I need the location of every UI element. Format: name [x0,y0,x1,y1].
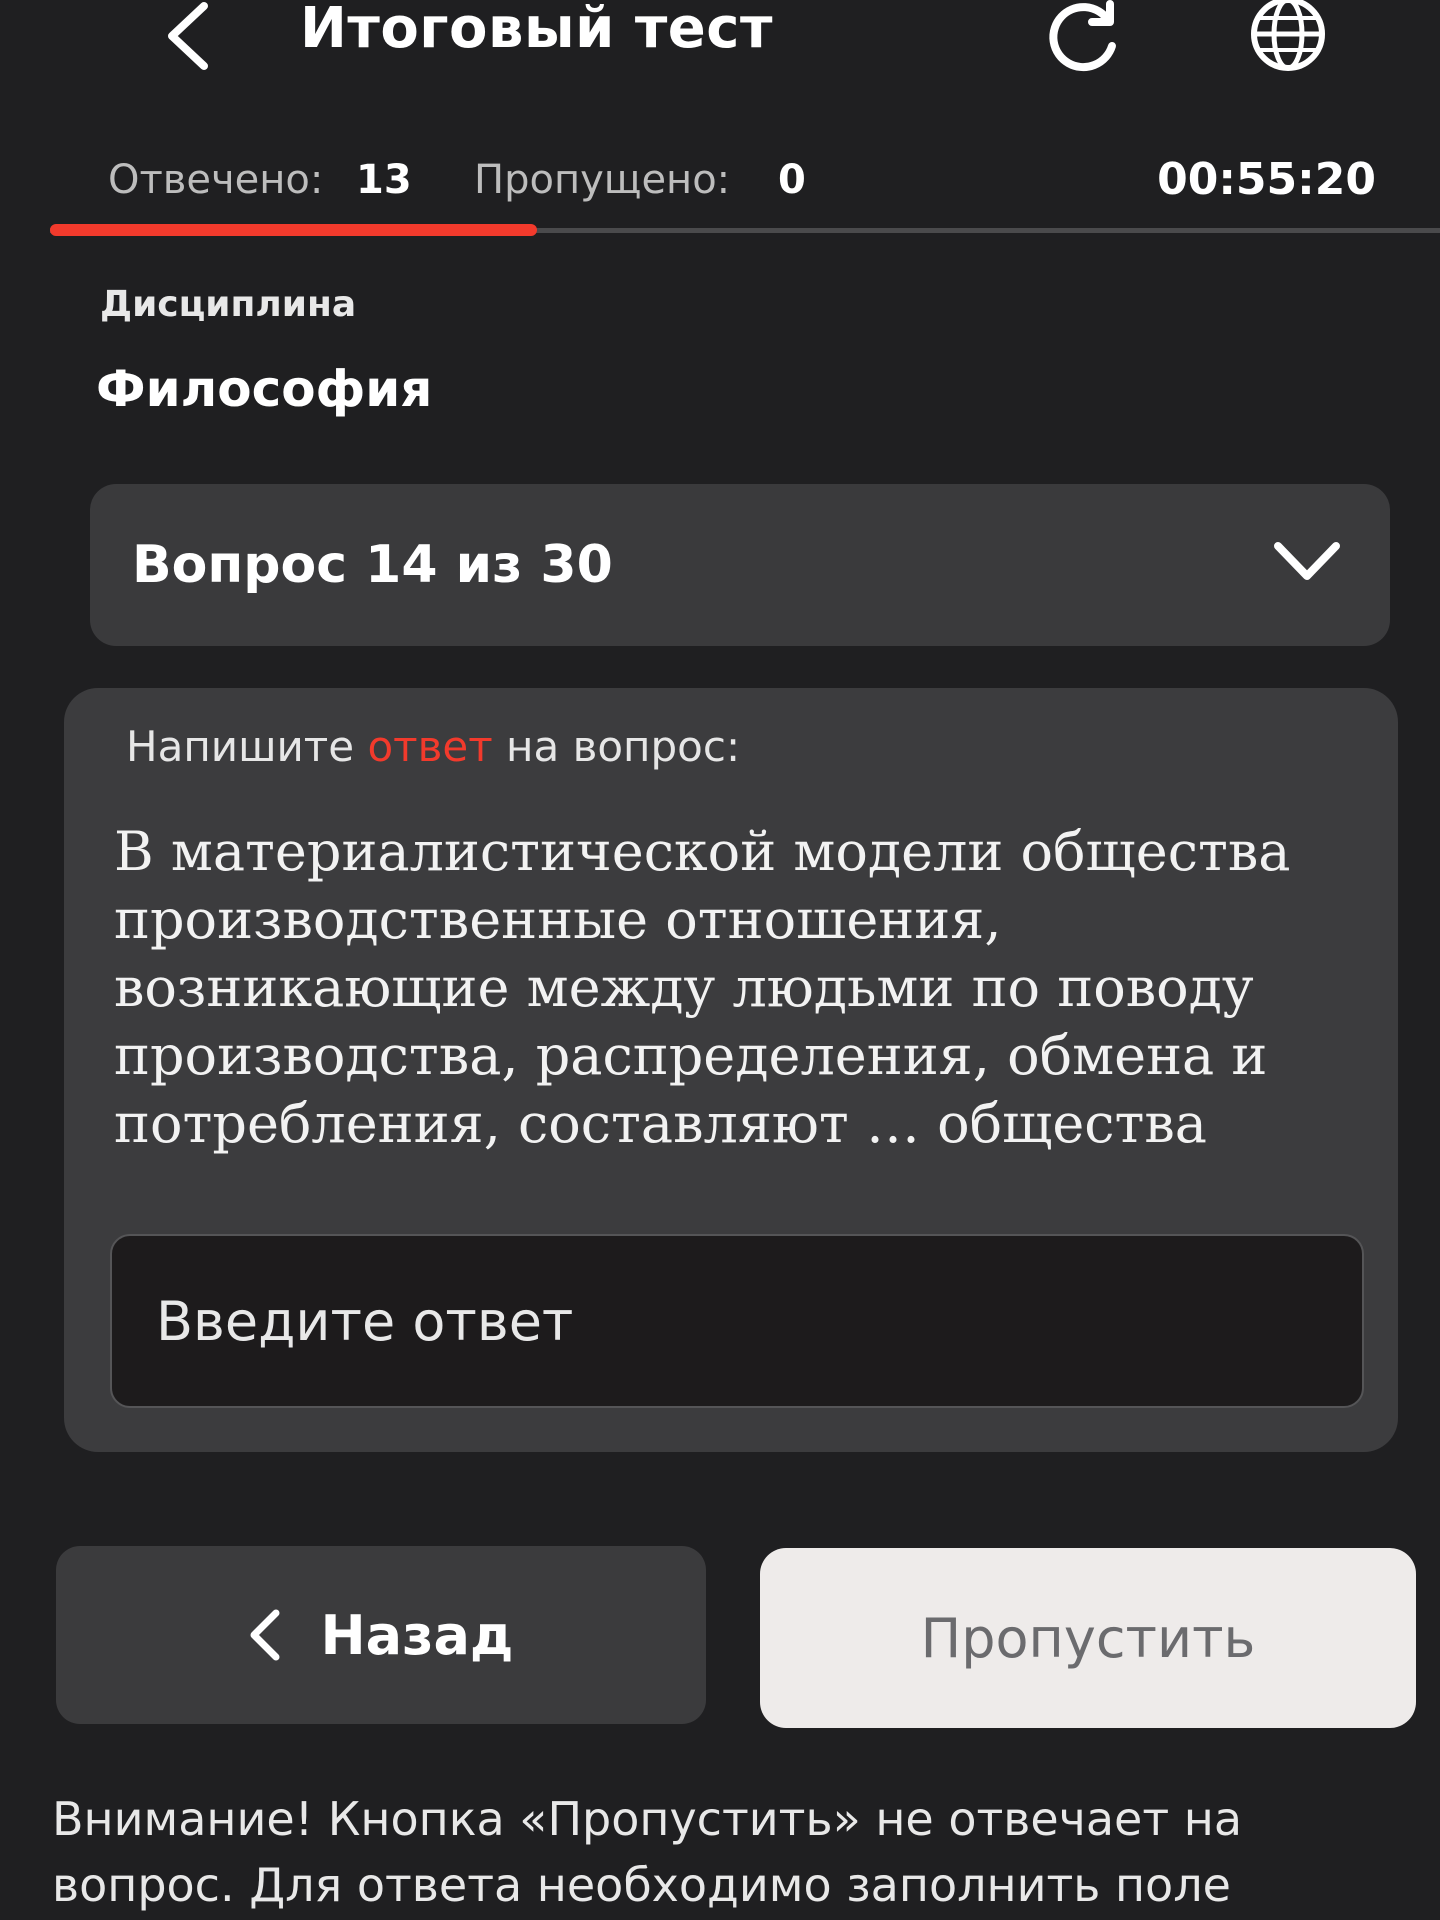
globe-icon[interactable] [1246,0,1330,74]
question-prompt: Напишите ответ на вопрос: [126,722,740,771]
app-header: Итоговый тест [0,0,1440,130]
prompt-accent: ответ [367,722,493,771]
page-title: Итоговый тест [300,0,773,61]
question-selector-label: Вопрос 14 из 30 [132,535,613,595]
chevron-left-icon[interactable] [160,0,220,70]
discipline-label: Дисциплина [100,284,357,325]
status-row: Отвечено: 13 Пропущено: 0 00:55:20 [0,150,1440,210]
timer: 00:55:20 [1157,154,1376,205]
answered-label: Отвечено: [108,157,324,203]
skipped-label: Пропущено: [474,157,731,203]
skip-notice: Внимание! Кнопка «Пропустить» не отвечае… [52,1792,1243,1912]
test-screen: Итоговый тест Отвечено: 13 Пропущено: 0 … [0,0,1440,1920]
question-card: Напишите ответ на вопрос: В материалисти… [64,688,1398,1452]
back-button-label: Назад [320,1603,514,1667]
discipline-value: Философия [96,360,433,418]
skip-button-label: Пропустить [920,1606,1256,1670]
question-text: В материалистической модели общества про… [114,820,1291,1155]
answered-count: 13 [356,157,412,203]
question-selector[interactable]: Вопрос 14 из 30 [90,484,1390,646]
answer-input[interactable] [110,1234,1364,1408]
refresh-icon[interactable] [1046,0,1122,72]
chevron-down-icon [1274,542,1340,580]
back-button[interactable]: Назад [56,1546,706,1724]
prompt-text-before: Напишите [126,722,368,771]
skip-button[interactable]: Пропустить [760,1548,1416,1728]
progress-fill [50,224,537,236]
chevron-left-icon [250,1609,280,1661]
skipped-count: 0 [778,157,806,203]
prompt-text-after: на вопрос: [492,722,741,771]
